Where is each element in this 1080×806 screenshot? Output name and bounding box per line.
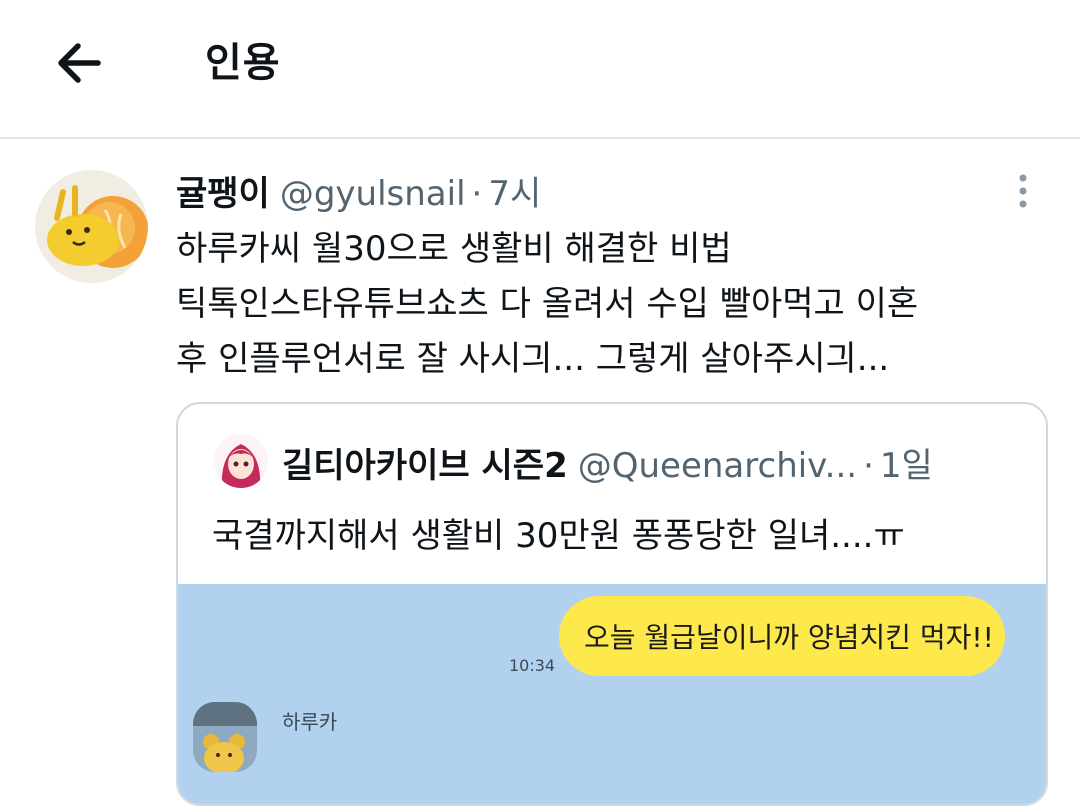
tweet-text: 하루카씨 월30으로 생활비 해결한 비법 틱톡인스타유튜브쇼츠 다 올려서 수… (176, 222, 1056, 387)
tweet-text-line: 틱톡인스타유튜브쇼츠 다 올려서 수입 빨아먹고 이혼 (176, 284, 919, 324)
separator-dot: · (863, 446, 874, 486)
separator-dot: · (471, 174, 483, 214)
bear-avatar-image (193, 702, 257, 772)
quoted-author-name: 길티아카이브 시즌2 (282, 446, 568, 486)
quoted-time: 1일 (879, 446, 933, 486)
more-vertical-icon (1019, 174, 1027, 208)
quoted-tweet-card[interactable]: 길티아카이브 시즌2 @Queenarchiv... · 1일 국결까지해서 생활비 … (176, 402, 1048, 806)
snail-avatar-image (35, 170, 148, 283)
chat-message: 오늘 월급날이니까 양념치킨 먹자!! (584, 621, 994, 654)
header-divider (0, 137, 1080, 139)
chat-time: 10:34 (509, 656, 556, 675)
quoted-header: 길티아카이브 시즌2 @Queenarchiv... · 1일 (282, 438, 933, 487)
back-button[interactable] (52, 38, 108, 88)
arrow-left-icon (58, 43, 101, 83)
author-avatar[interactable] (35, 170, 148, 283)
tweet-text-line: 하루카씨 월30으로 생활비 해결한 비법 (176, 229, 732, 269)
page-title: 인용 (205, 40, 281, 86)
chat-screenshot-image[interactable]: 오늘 월급날이니까 양념치킨 먹자!! 10:34 하루카 (178, 584, 1046, 804)
quoted-author-avatar (214, 434, 268, 488)
author-handle[interactable]: @gyulsnail (280, 174, 466, 214)
tweet-text-line: 후 인플루언서로 잘 사시긔... 그렇게 살아주시긔... (176, 339, 890, 379)
tweet-time[interactable]: 7시 (488, 174, 541, 214)
more-options-button[interactable] (1008, 172, 1038, 212)
author-name[interactable]: 귤팽이 (176, 174, 270, 214)
anime-avatar-image (214, 434, 268, 488)
quoted-tweet-text: 국결까지해서 생활비 30만원 퐁퐁당한 일녀....ㅠ (212, 516, 905, 556)
top-bar: 인용 (0, 0, 1080, 137)
chat-sender-name: 하루카 (282, 710, 338, 734)
chat-sender-avatar (193, 702, 257, 772)
quoted-author-handle: @Queenarchiv... (577, 446, 858, 486)
tweet-header: 귤팽이 @gyulsnail · 7시 (176, 166, 541, 215)
